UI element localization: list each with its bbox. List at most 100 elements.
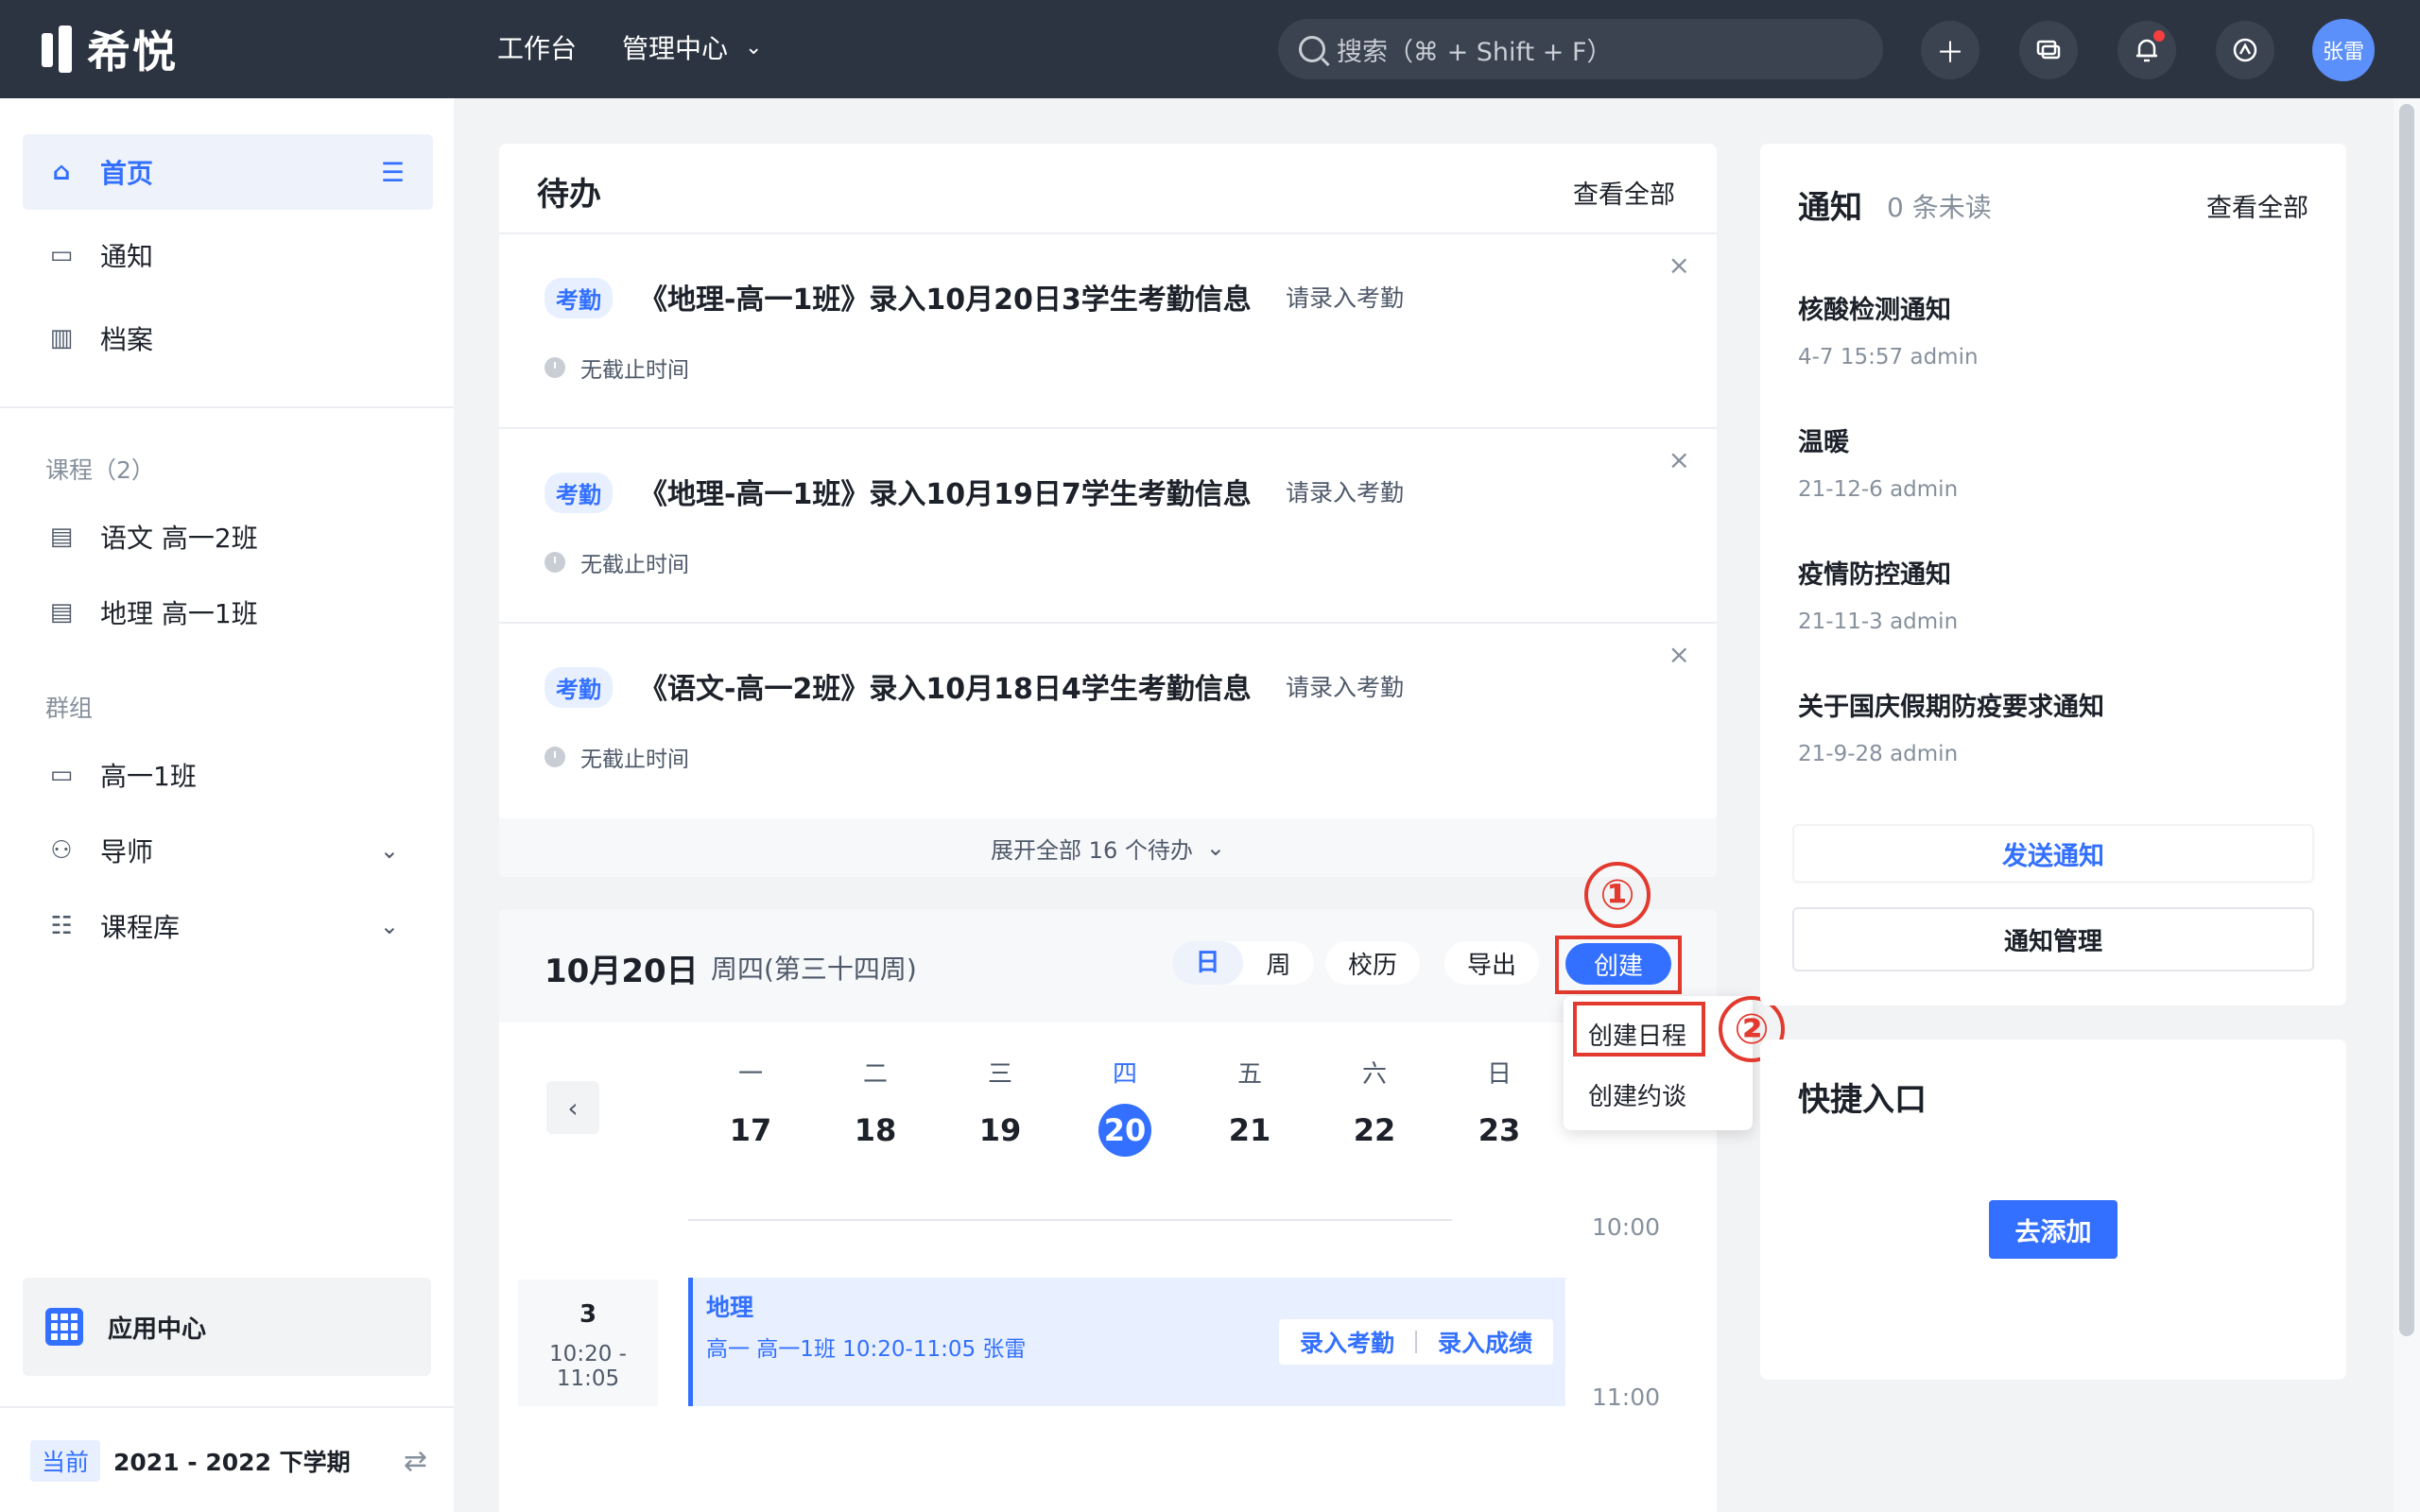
notice-management-button[interactable]: 通知管理: [1792, 907, 2314, 971]
day-monday[interactable]: 一 17: [713, 1055, 788, 1157]
chevron-down-icon: ⌄: [745, 35, 763, 60]
weekday-label: 日: [1486, 1060, 1512, 1089]
todo-title: 待办: [537, 176, 601, 214]
clock-icon: [544, 552, 565, 573]
day-sunday[interactable]: 日 23: [1461, 1055, 1537, 1157]
calendar-week: 周四(第三十四周): [711, 954, 917, 985]
sidebar-item-archive[interactable]: ▥ 档案: [23, 301, 433, 376]
add-button[interactable]: ＋: [1921, 21, 1979, 79]
sidebar-item-class[interactable]: ▭ 高一1班: [23, 737, 433, 813]
page-scrollbar[interactable]: [2394, 98, 2420, 1512]
todo-deadline: 无截止时间: [544, 546, 689, 578]
logo-mark-icon: [42, 26, 76, 73]
day-wednesday[interactable]: 三 19: [962, 1055, 1038, 1157]
sidebar-item-label: 首页: [100, 158, 154, 189]
todo-item[interactable]: 考勤 《语文-高一2班》录入10月18日4学生考勤信息 请录入考勤 无截止时间 …: [499, 622, 1717, 816]
sidebar-item-label: 导师: [100, 836, 154, 868]
weekday-label: 三: [987, 1060, 1012, 1089]
swap-icon[interactable]: ⇄: [404, 1445, 427, 1478]
expand-todos-label: 展开全部 16 个待办: [991, 836, 1193, 864]
todo-deadline-text: 无截止时间: [580, 358, 689, 383]
schedule-event[interactable]: 地理 高一 高一1班 10:20-11:05 张雷 录入考勤 录入成绩: [688, 1278, 1565, 1406]
period-number: 3: [579, 1300, 597, 1329]
todo-item[interactable]: 考勤 《地理-高一1班》录入10月19日7学生考勤信息 请录入考勤 无截止时间 …: [499, 427, 1717, 622]
app-center-label: 应用中心: [108, 1314, 207, 1344]
day-number: 22: [1353, 1112, 1396, 1148]
notification-bell-button[interactable]: [2118, 21, 2176, 79]
view-week-tab[interactable]: 周: [1243, 946, 1314, 981]
app-grid-icon: [45, 1308, 83, 1346]
logo[interactable]: 希悦: [42, 21, 178, 77]
close-icon[interactable]: ×: [1668, 444, 1690, 475]
close-icon[interactable]: ×: [1668, 249, 1690, 281]
event-detail: 高一 高一1班 10:20-11:05 张雷: [706, 1337, 1027, 1362]
notice-item[interactable]: 核酸检测通知 4-7 15:57 admin: [1798, 289, 1979, 369]
day-tuesday[interactable]: 二 18: [838, 1055, 913, 1157]
day-saturday[interactable]: 六 22: [1337, 1055, 1412, 1157]
switch-role-button[interactable]: [2216, 21, 2274, 79]
todo-item-action: 请录入考勤: [1286, 479, 1405, 507]
chevron-left-icon: ‹: [567, 1091, 579, 1124]
notice-item[interactable]: 疫情防控通知 21-11-3 admin: [1798, 554, 1958, 634]
day-thursday-today[interactable]: 四 20: [1087, 1055, 1163, 1157]
sidebar-item-notice[interactable]: ▭ 通知: [23, 217, 433, 293]
search-input[interactable]: 搜索（⌘ + Shift + F）: [1278, 19, 1883, 79]
notice-unread-count: 0 条未读: [1887, 192, 1992, 223]
day-number: 17: [729, 1112, 772, 1148]
class-icon: ▭: [49, 761, 74, 789]
user-avatar[interactable]: 张雷: [2312, 19, 2375, 81]
sidebar-item-label: 课程库: [100, 912, 181, 943]
previous-week-button[interactable]: ‹: [546, 1081, 599, 1134]
notice-title: 通知: [1798, 189, 1862, 227]
school-calendar-button[interactable]: 校历: [1325, 941, 1421, 985]
nav-management-label: 管理中心: [622, 33, 729, 64]
menu-item-create-appointment[interactable]: 创建约谈: [1588, 1077, 1686, 1112]
sidebar-item-course-library[interactable]: ☷ 课程库 ⌄: [23, 888, 433, 964]
sidebar-item-home[interactable]: ⌂ 首页 ☰: [23, 134, 433, 210]
weekday-label: 二: [862, 1060, 888, 1089]
calendar-date: 10月20日: [544, 953, 699, 990]
notice-item-title: 疫情防控通知: [1798, 560, 1951, 590]
top-nav: 工作台 管理中心 ⌄: [497, 28, 807, 66]
nav-workbench[interactable]: 工作台: [497, 28, 577, 66]
day-number: 18: [854, 1112, 897, 1148]
nav-management-center[interactable]: 管理中心 ⌄: [622, 28, 762, 66]
todo-item-action: 请录入考勤: [1286, 674, 1405, 701]
weekday-label: 四: [1112, 1060, 1137, 1089]
scrollbar-thumb[interactable]: [2399, 104, 2414, 1336]
app-center-button[interactable]: 应用中心: [23, 1278, 431, 1376]
sidebar-item-course-chinese[interactable]: ▤ 语文 高一2班: [23, 499, 433, 575]
book-icon: ▤: [49, 598, 74, 627]
sidebar-item-course-geography[interactable]: ▤ 地理 高一1班: [23, 575, 433, 650]
event-title: 地理: [706, 1294, 754, 1321]
view-day-tab[interactable]: 日: [1172, 941, 1243, 985]
notice-item-meta: 21-11-3 admin: [1798, 610, 1959, 634]
notice-item-title: 核酸检测通知: [1798, 296, 1951, 325]
notice-item[interactable]: 关于国庆假期防疫要求通知 21-9-28 admin: [1798, 686, 2104, 766]
collapse-sidebar-icon[interactable]: ☰: [381, 157, 405, 188]
add-shortcut-button[interactable]: 去添加: [1989, 1200, 2118, 1259]
messages-button[interactable]: [2019, 21, 2078, 79]
notice-item[interactable]: 温暖 21-12-6 admin: [1798, 421, 1958, 502]
record-score-button[interactable]: 录入成绩: [1417, 1325, 1553, 1359]
send-notice-button[interactable]: 发送通知: [1792, 824, 2314, 883]
todo-card: 待办 查看全部 考勤 《地理-高一1班》录入10月20日3学生考勤信息 请录入考…: [499, 144, 1717, 877]
todo-view-all-link[interactable]: 查看全部: [1573, 174, 1675, 211]
library-icon: ☷: [50, 912, 73, 940]
top-bar: 希悦 工作台 管理中心 ⌄ 搜索（⌘ + Shift + F） ＋ 张雷: [0, 0, 2420, 98]
expand-todos-button[interactable]: 展开全部 16 个待办 ⌄: [499, 818, 1717, 877]
notice-item-meta: 21-9-28 admin: [1798, 742, 1959, 766]
export-button[interactable]: 导出: [1444, 941, 1540, 985]
term-selector[interactable]: 当前 2021 - 2022 下学期 ⇄: [30, 1440, 427, 1482]
notice-view-all-link[interactable]: 查看全部: [2206, 187, 2308, 224]
day-friday[interactable]: 五 21: [1212, 1055, 1288, 1157]
chevron-down-icon: ⌄: [379, 837, 399, 864]
sidebar-item-tutor[interactable]: ⚇ 导师 ⌄: [23, 813, 433, 888]
sidebar-item-label: 地理 高一1班: [100, 598, 258, 629]
close-icon[interactable]: ×: [1668, 639, 1690, 670]
view-toggle: 日 周: [1172, 941, 1314, 985]
nav-workbench-label: 工作台: [497, 33, 578, 64]
group-title: 群组: [45, 695, 94, 722]
todo-item[interactable]: 考勤 《地理-高一1班》录入10月20日3学生考勤信息 请录入考勤 无截止时间 …: [499, 232, 1717, 427]
record-attendance-button[interactable]: 录入考勤: [1279, 1325, 1415, 1359]
